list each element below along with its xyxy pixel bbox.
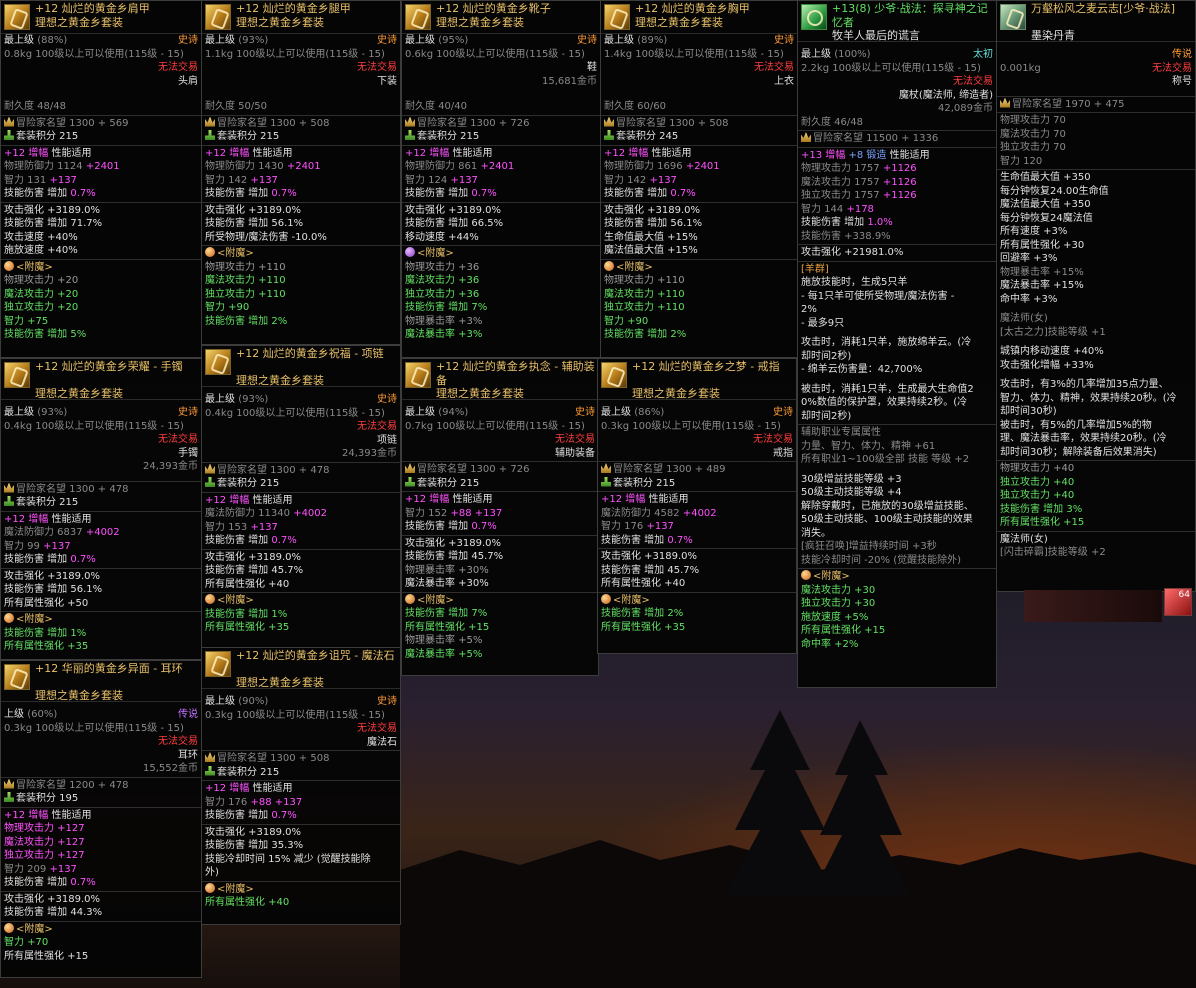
fame-icon bbox=[4, 116, 14, 127]
item-subtitle: 墨染丹青 bbox=[1031, 29, 1075, 42]
fame-icon bbox=[604, 116, 614, 127]
set-points-icon bbox=[4, 496, 14, 506]
item-set: 理想之黄金乡套装 bbox=[35, 387, 123, 400]
item-title: +12 灿烂的黄金乡腿甲 bbox=[236, 2, 351, 15]
item-card-necklace[interactable]: +12 灿烂的黄金乡祝福 - 项链 理想之黄金乡套装 最上级 (93%) 史诗 0… bbox=[201, 345, 401, 651]
item-title: +12 灿烂的黄金乡之梦 - 戒指 bbox=[632, 360, 780, 373]
title-scroll-icon bbox=[1000, 4, 1026, 30]
enchant-orb-icon bbox=[205, 247, 215, 257]
item-card-shoulder[interactable]: +12 灿烂的黄金乡肩甲 理想之黄金乡套装 最上级 (88%) 史诗 0.8kg … bbox=[0, 0, 202, 358]
set-points-icon bbox=[604, 130, 614, 140]
buff-strip bbox=[1024, 590, 1162, 622]
enchant-orb-icon bbox=[205, 594, 215, 604]
set-points-icon bbox=[205, 765, 215, 776]
fame-icon bbox=[205, 116, 215, 127]
potion-slot-icon[interactable]: 64 bbox=[1164, 588, 1192, 616]
rarity: 史诗 bbox=[178, 35, 198, 46]
item-card-bracelet[interactable]: +12 灿烂的黄金乡荣耀 - 手镯 理想之黄金乡套装 最上级 (93%) 史诗 0… bbox=[0, 358, 202, 660]
set-points-icon bbox=[601, 476, 611, 487]
set-points-icon bbox=[205, 130, 215, 140]
set-points-icon bbox=[4, 130, 14, 140]
item-card-ring[interactable]: +12 灿烂的黄金乡之梦 - 戒指 理想之黄金乡套装 最上级 (86%) 史诗 0… bbox=[597, 358, 797, 654]
set-points-icon bbox=[205, 477, 215, 487]
earring-icon bbox=[4, 664, 30, 690]
enchant-orb-icon bbox=[4, 260, 14, 271]
item-title: +12 灿烂的黄金乡诅咒 - 魔法石 bbox=[236, 649, 395, 662]
item-card-chest[interactable]: +12 灿烂的黄金乡胸甲 理想之黄金乡套装 最上级 (89%) 史诗 1.4kg … bbox=[600, 0, 798, 358]
set-points-icon bbox=[405, 476, 415, 487]
item-card-title[interactable]: 万壑松风之麦云志[少爷·战法] 墨染丹青 传说 0.001kg 无法交易 称号 冒… bbox=[996, 0, 1196, 592]
enchant-orb-icon bbox=[4, 613, 14, 623]
item-subtitle: 牧羊人最后的谎言 bbox=[832, 29, 920, 42]
leg-armor-icon bbox=[205, 4, 231, 30]
fame-icon bbox=[205, 752, 215, 762]
set-points-icon bbox=[405, 130, 415, 140]
item-title: +12 华丽的黄金乡异面 - 耳环 bbox=[35, 662, 183, 675]
item-title: +12 灿烂的黄金乡肩甲 bbox=[35, 2, 150, 15]
enchant-orb-icon bbox=[801, 570, 811, 580]
pine-trees bbox=[725, 710, 910, 895]
item-title: +12 灿烂的黄金乡祝福 - 项链 bbox=[236, 347, 384, 360]
item-set: 理想之黄金乡套装 bbox=[35, 16, 123, 29]
item-title: +12 灿烂的黄金乡靴子 bbox=[436, 2, 551, 15]
set-points-icon bbox=[4, 792, 14, 802]
fame-icon bbox=[1000, 97, 1010, 108]
support-equipment-icon bbox=[405, 362, 431, 388]
enchant-orb-icon bbox=[405, 247, 415, 257]
item-card-pants[interactable]: +12 灿烂的黄金乡腿甲 理想之黄金乡套装 最上级 (93%) 史诗 1.1kg … bbox=[201, 0, 401, 345]
ring-icon bbox=[601, 362, 627, 388]
fame-icon bbox=[801, 132, 811, 142]
magic-stone-icon bbox=[205, 651, 231, 677]
enchant-orb-icon bbox=[604, 260, 614, 271]
item-title: +12 灿烂的黄金乡执念 - 辅助装备 bbox=[436, 360, 595, 387]
item-set: 理想之黄金乡套装 bbox=[632, 387, 720, 400]
enchant-orb-icon bbox=[4, 922, 14, 933]
weapon-wand-icon bbox=[801, 4, 827, 30]
item-set: 理想之黄金乡套装 bbox=[236, 16, 324, 29]
item-card-earring[interactable]: +12 华丽的黄金乡异面 - 耳环 理想之黄金乡套装 上级 (60%) 传说 0.… bbox=[0, 660, 202, 978]
item-set: 理想之黄金乡套装 bbox=[236, 374, 324, 387]
item-set: 理想之黄金乡套装 bbox=[436, 16, 524, 29]
item-card-support[interactable]: +12 灿烂的黄金乡执念 - 辅助装备 理想之黄金乡套装 最上级 (94%) 史诗… bbox=[401, 358, 599, 676]
fame-icon bbox=[205, 463, 215, 474]
necklace-icon bbox=[205, 349, 231, 375]
fame-icon bbox=[405, 116, 415, 127]
bracelet-icon bbox=[4, 362, 30, 388]
enchant-orb-icon bbox=[405, 593, 415, 604]
item-title: +12 灿烂的黄金乡荣耀 - 手镯 bbox=[35, 360, 183, 373]
item-title: +13(8) 少爷·战法：探寻神之记忆者 bbox=[832, 2, 988, 29]
item-set: 理想之黄金乡套装 bbox=[236, 676, 324, 689]
grade: 最上级 bbox=[4, 35, 34, 46]
fame-icon bbox=[4, 778, 14, 789]
fame-icon bbox=[4, 482, 14, 493]
item-card-magic-stone[interactable]: +12 灿烂的黄金乡诅咒 - 魔法石 理想之黄金乡套装 最上级 (90%) 史诗 … bbox=[201, 647, 401, 925]
chest-armor-icon bbox=[604, 4, 630, 30]
item-title: 万壑松风之麦云志[少爷·战法] bbox=[1031, 2, 1176, 15]
item-card-weapon[interactable]: +13(8) 少爷·战法：探寻神之记忆者 牧羊人最后的谎言 最上级 (100%)… bbox=[797, 0, 997, 688]
boots-icon bbox=[405, 4, 431, 30]
item-set: 理想之黄金乡套装 bbox=[35, 689, 123, 702]
enchant-orb-icon bbox=[205, 882, 215, 893]
enchant-orb-icon bbox=[601, 593, 611, 604]
shoulder-armor-icon bbox=[4, 4, 30, 30]
fame-icon bbox=[601, 463, 611, 473]
fame-icon bbox=[405, 463, 415, 473]
item-set: 理想之黄金乡套装 bbox=[436, 387, 524, 400]
item-card-shoes[interactable]: +12 灿烂的黄金乡靴子 理想之黄金乡套装 最上级 (95%) 史诗 0.6kg … bbox=[401, 0, 601, 358]
item-set: 理想之黄金乡套装 bbox=[635, 16, 723, 29]
item-title: +12 灿烂的黄金乡胸甲 bbox=[635, 2, 750, 15]
